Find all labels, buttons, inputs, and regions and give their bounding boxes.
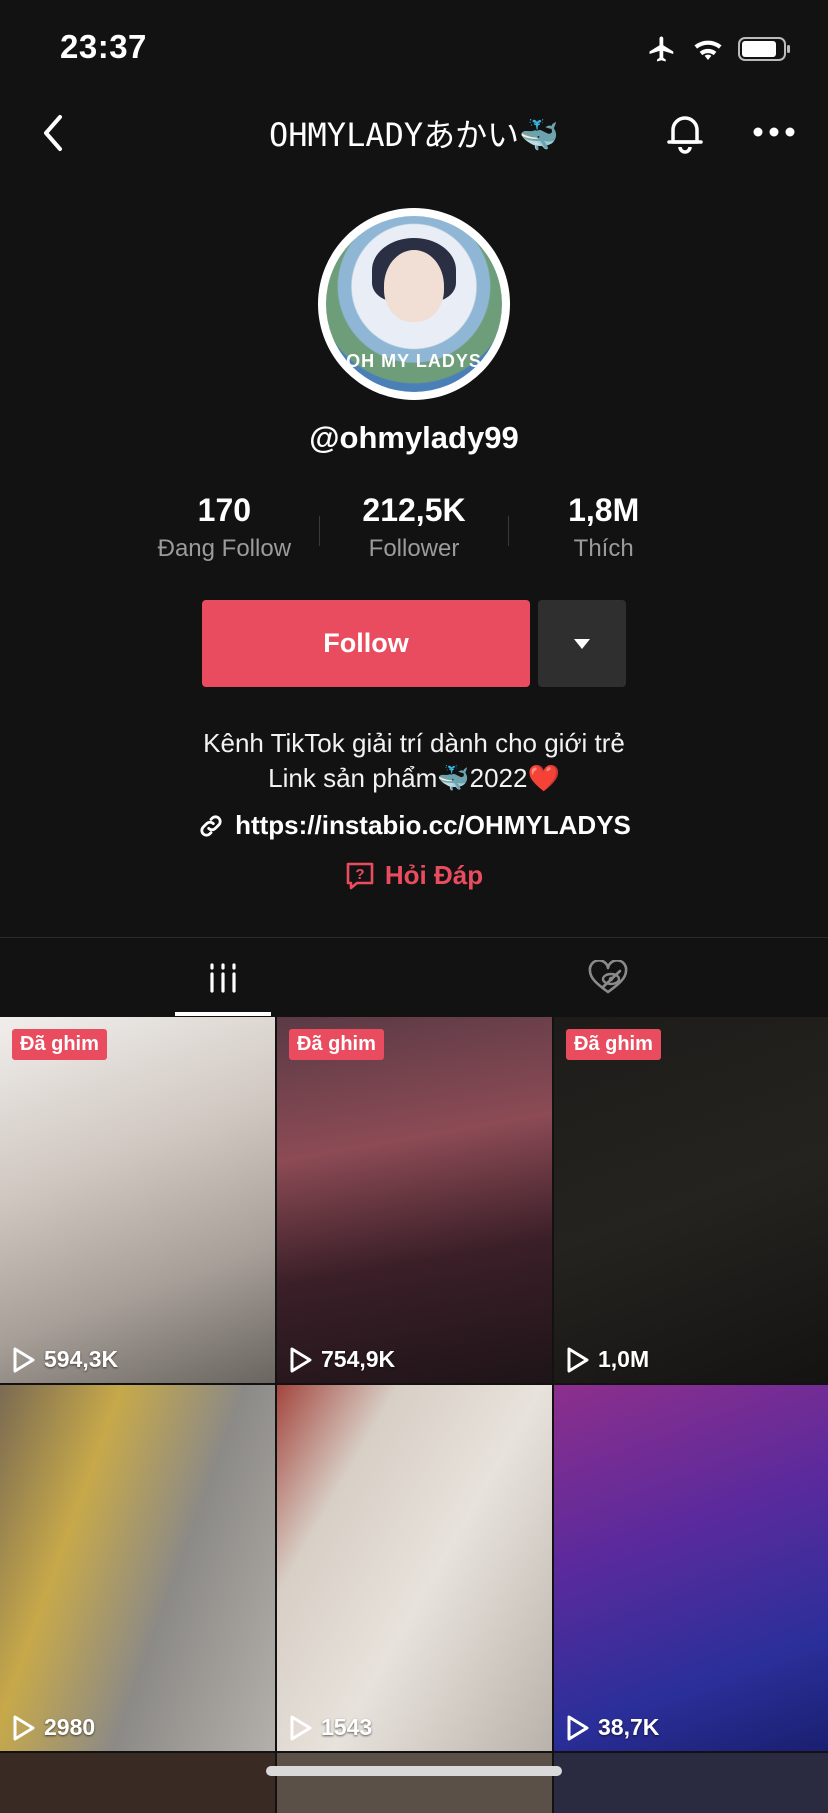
- avatar[interactable]: OH MY LADYS: [318, 208, 510, 400]
- hidden-heart-icon: [588, 960, 628, 994]
- video-tile[interactable]: Đã ghim 1,0M: [554, 1017, 828, 1383]
- play-icon: [567, 1715, 589, 1740]
- play-icon: [567, 1347, 589, 1372]
- view-count-text: 594,3K: [44, 1346, 119, 1372]
- question-chat-icon: ?: [346, 862, 374, 889]
- svg-text:?: ?: [355, 866, 364, 883]
- stat-label: Thích: [573, 535, 634, 562]
- notification-bell-button[interactable]: [660, 106, 710, 158]
- play-icon: [290, 1347, 312, 1372]
- view-count: 594,3K: [12, 1346, 118, 1373]
- bell-icon: [667, 116, 703, 154]
- view-count-text: 2980: [44, 1714, 96, 1740]
- status-icons: [646, 34, 792, 69]
- view-count: 1,0M: [566, 1346, 649, 1373]
- back-button[interactable]: [28, 108, 78, 158]
- tab-videos[interactable]: [175, 940, 271, 1016]
- wifi-icon: [692, 36, 724, 67]
- username: @ohmylady99: [309, 420, 519, 455]
- profile-stats: 170 Đang Follow 212,5K Follower 1,8M Thí…: [130, 492, 698, 572]
- stat-label: Đang Follow: [157, 535, 292, 562]
- suggested-accounts-button[interactable]: [538, 600, 626, 687]
- bio: Kênh TikTok giải trí dành cho giới trẻ L…: [0, 726, 828, 796]
- view-count-text: 38,7K: [598, 1714, 660, 1740]
- view-count: 38,7K: [566, 1714, 659, 1741]
- video-tile[interactable]: [277, 1753, 552, 1813]
- pinned-badge: Đã ghim: [12, 1029, 107, 1060]
- airplane-icon: [646, 34, 678, 69]
- stat-value: 212,5K: [362, 492, 466, 528]
- tab-liked-private[interactable]: [560, 940, 656, 1016]
- play-icon: [290, 1715, 312, 1740]
- status-bar: 23:37: [0, 0, 828, 96]
- view-count-text: 1,0M: [598, 1346, 650, 1372]
- view-count-text: 754,9K: [321, 1346, 396, 1372]
- view-count-text: 1543: [321, 1714, 373, 1740]
- status-time: 23:37: [60, 28, 147, 65]
- play-icon: [13, 1715, 35, 1740]
- video-tile[interactable]: 2980: [0, 1385, 275, 1751]
- pinned-badge: Đã ghim: [289, 1029, 384, 1060]
- video-tile[interactable]: [554, 1753, 828, 1813]
- caret-down-icon: [574, 638, 590, 649]
- qa-label: Hỏi Đáp: [384, 860, 484, 890]
- bio-line: Link sản phẩm🐳2022❤️: [268, 763, 560, 793]
- link-text: https://instabio.cc/OHMYLADYS: [235, 810, 631, 840]
- home-indicator[interactable]: [266, 1766, 562, 1776]
- profile-header: OHMYLADYあかい🐳: [0, 96, 828, 168]
- view-count: 754,9K: [289, 1346, 395, 1373]
- qa-button[interactable]: ? Hỏi Đáp: [0, 860, 828, 891]
- play-icon: [13, 1347, 35, 1372]
- tab-indicator: [175, 1012, 271, 1016]
- view-count: 2980: [12, 1714, 95, 1741]
- avatar-image: OH MY LADYS: [326, 216, 502, 392]
- bio-link[interactable]: https://instabio.cc/OHMYLADYS: [0, 810, 828, 841]
- video-grid-icon: [210, 963, 236, 993]
- video-grid: Đã ghim 594,3K Đã ghim 754,9K Đã ghim 1,…: [0, 1017, 828, 1813]
- view-count: 1543: [289, 1714, 372, 1741]
- link-icon: [200, 814, 222, 837]
- video-tile[interactable]: 38,7K: [554, 1385, 828, 1751]
- stat-label: Follower: [368, 535, 460, 562]
- page-title: OHMYLADYあかい🐳: [269, 116, 559, 154]
- more-options-button[interactable]: [744, 106, 804, 158]
- battery-icon: [738, 36, 792, 67]
- video-tile[interactable]: Đã ghim 594,3K: [0, 1017, 275, 1383]
- bio-line: Kênh TikTok giải trí dành cho giới trẻ: [203, 728, 625, 758]
- pinned-badge: Đã ghim: [566, 1029, 661, 1060]
- video-tile[interactable]: 1543: [277, 1385, 552, 1751]
- stat-followers[interactable]: 212,5K Follower: [320, 492, 509, 572]
- video-tile[interactable]: Đã ghim 754,9K: [277, 1017, 552, 1383]
- stat-following[interactable]: 170 Đang Follow: [130, 492, 319, 572]
- video-tile[interactable]: [0, 1753, 275, 1813]
- chevron-left-icon: [44, 115, 62, 151]
- stat-value: 1,8M: [568, 492, 640, 528]
- stat-value: 170: [197, 492, 252, 528]
- divider: [0, 937, 828, 938]
- avatar-logo-text: OH MY LADYS: [346, 351, 482, 371]
- follow-button[interactable]: Follow: [202, 600, 530, 687]
- more-dots-icon: [753, 127, 795, 137]
- stat-likes[interactable]: 1,8M Thích: [509, 492, 698, 572]
